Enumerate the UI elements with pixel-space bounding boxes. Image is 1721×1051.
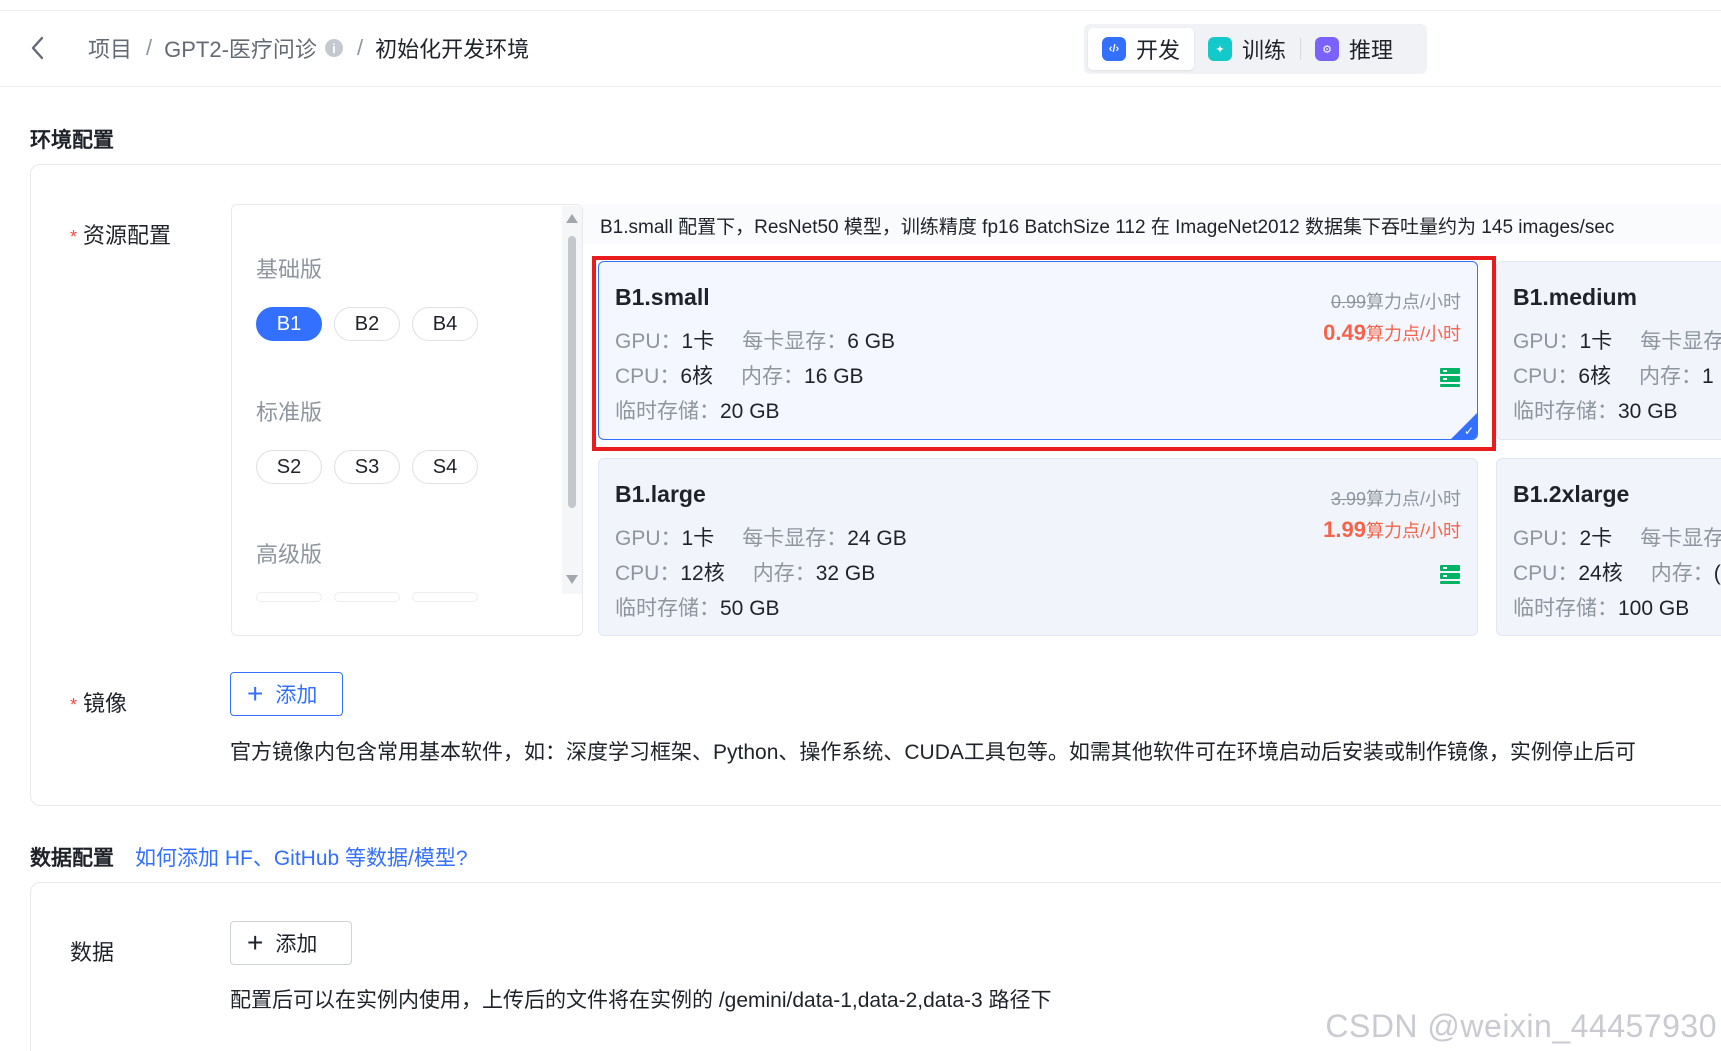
plus-icon: + bbox=[247, 927, 264, 958]
code-icon: ‹/› bbox=[1102, 37, 1126, 61]
card-disk-row: 临时存储：100 GB bbox=[1513, 597, 1690, 620]
data-label: 数据 bbox=[70, 940, 115, 965]
card-disk-row: 临时存储：50 GB bbox=[615, 597, 780, 620]
resource-label: * 资源配置 bbox=[70, 218, 171, 250]
tab-develop[interactable]: ‹/› 开发 bbox=[1088, 28, 1195, 70]
data-section-title: 数据配置 bbox=[30, 847, 114, 870]
image-label: * 镜像 bbox=[70, 686, 127, 718]
card-gpu-row: GPU：2卡 每卡显存 bbox=[1513, 527, 1721, 550]
tier-group-advanced: 高级版 bbox=[256, 542, 323, 567]
env-section-title: 环境配置 bbox=[30, 129, 114, 152]
spec-note: B1.small 配置下，ResNet50 模型，训练精度 fp16 Batch… bbox=[600, 217, 1615, 238]
tab-develop-label: 开发 bbox=[1136, 38, 1181, 63]
page-header: 项目 / GPT2-医疗问诊 i / 初始化开发环境 ‹/› 开发 ✦ 训练 ⚙… bbox=[0, 11, 1721, 87]
scroll-down-icon[interactable] bbox=[566, 575, 578, 584]
tier-selector: 基础版 B1 B2 B4 标准版 S2 S3 S4 高级版 bbox=[231, 204, 583, 636]
resource-label-text: 资源配置 bbox=[83, 223, 172, 248]
add-data-button[interactable]: + 添加 bbox=[230, 921, 352, 965]
scroll-up-icon[interactable] bbox=[566, 214, 578, 223]
card-cpu-row: CPU：12核 内存：32 GB bbox=[615, 562, 876, 585]
required-mark: * bbox=[70, 227, 78, 247]
tab-train[interactable]: ✦ 训练 bbox=[1194, 28, 1300, 70]
chip-s3[interactable]: S3 bbox=[334, 450, 400, 484]
chip-s4[interactable]: S4 bbox=[412, 450, 478, 484]
card-gpu-row: GPU：1卡 每卡显存 bbox=[1513, 330, 1721, 353]
chip-b4[interactable]: B4 bbox=[412, 307, 478, 341]
data-help-link[interactable]: 如何添加 HF、GitHub 等数据/模型? bbox=[135, 842, 468, 872]
breadcrumb-task[interactable]: GPT2-医疗问诊 bbox=[164, 32, 317, 64]
highlight-box bbox=[592, 256, 1496, 451]
card-name: B1.large bbox=[615, 481, 706, 507]
tier-scrollbar[interactable] bbox=[562, 206, 582, 594]
required-mark: * bbox=[70, 695, 78, 715]
chip-advanced[interactable] bbox=[256, 592, 322, 602]
resource-card-b1-medium[interactable]: B1.medium GPU：1卡 每卡显存 CPU：6核 内存：1 临时存储：30 … bbox=[1496, 261, 1721, 440]
card-price: 1.99算力点/小时 bbox=[1323, 517, 1461, 542]
resource-card-b1-large[interactable]: B1.large GPU：1卡 每卡显存：24 GB CPU：12核 内存：32 G… bbox=[598, 458, 1478, 636]
tab-train-label: 训练 bbox=[1242, 38, 1287, 63]
card-cpu-row: CPU：6核 内存：1 bbox=[1513, 365, 1714, 388]
chip-advanced[interactable] bbox=[334, 592, 400, 602]
add-image-label: 添加 bbox=[275, 684, 318, 707]
resource-card-b1-2xlarge[interactable]: B1.2xlarge GPU：2卡 每卡显存 CPU：24核 内存：( 临时存储：1… bbox=[1496, 458, 1721, 636]
chip-b1[interactable]: B1 bbox=[256, 307, 322, 341]
card-disk-row: 临时存储：30 GB bbox=[1513, 400, 1678, 423]
image-label-text: 镜像 bbox=[83, 691, 128, 716]
card-gpu-row: GPU：1卡 每卡显存：24 GB bbox=[615, 527, 907, 550]
train-icon: ✦ bbox=[1208, 37, 1233, 61]
watermark: CSDN @weixin_44457930 bbox=[1325, 1008, 1717, 1044]
card-name: B1.medium bbox=[1513, 284, 1637, 310]
tab-inference[interactable]: ⚙ 推理 bbox=[1301, 28, 1407, 70]
add-image-button[interactable]: + 添加 bbox=[230, 672, 343, 716]
chip-advanced[interactable] bbox=[412, 592, 478, 602]
card-original-price: 3.99算力点/小时 bbox=[1330, 489, 1461, 509]
plus-icon: + bbox=[247, 678, 264, 709]
back-icon[interactable] bbox=[28, 33, 48, 63]
scroll-thumb[interactable] bbox=[568, 236, 576, 508]
card-cpu-row: CPU：24核 内存：( bbox=[1513, 562, 1721, 585]
data-hint: 配置后可以在实例内使用，上传后的文件将在实例的 /gemini/data-1,d… bbox=[230, 989, 1052, 1012]
chip-s2[interactable]: S2 bbox=[256, 450, 322, 484]
server-icon bbox=[1440, 565, 1460, 584]
breadcrumb-separator: / bbox=[146, 35, 153, 60]
tier-group-standard: 标准版 bbox=[256, 400, 323, 425]
add-data-label: 添加 bbox=[275, 933, 318, 956]
mode-switch: ‹/› 开发 ✦ 训练 ⚙ 推理 bbox=[1084, 24, 1427, 74]
info-icon[interactable]: i bbox=[324, 39, 343, 57]
breadcrumb-separator: / bbox=[356, 35, 364, 60]
breadcrumb: 项目 / GPT2-医疗问诊 i / 初始化开发环境 bbox=[88, 33, 529, 63]
breadcrumb-project[interactable]: 项目 bbox=[88, 32, 132, 64]
breadcrumb-current: 初始化开发环境 bbox=[375, 37, 530, 62]
tier-group-basic: 基础版 bbox=[256, 257, 323, 282]
tab-inference-label: 推理 bbox=[1349, 38, 1394, 63]
chip-b2[interactable]: B2 bbox=[334, 307, 400, 341]
card-name: B1.2xlarge bbox=[1513, 481, 1630, 507]
inference-icon: ⚙ bbox=[1315, 37, 1340, 61]
image-hint: 官方镜像内包含常用基本软件，如：深度学习框架、Python、操作系统、CUDA工… bbox=[230, 741, 1636, 764]
